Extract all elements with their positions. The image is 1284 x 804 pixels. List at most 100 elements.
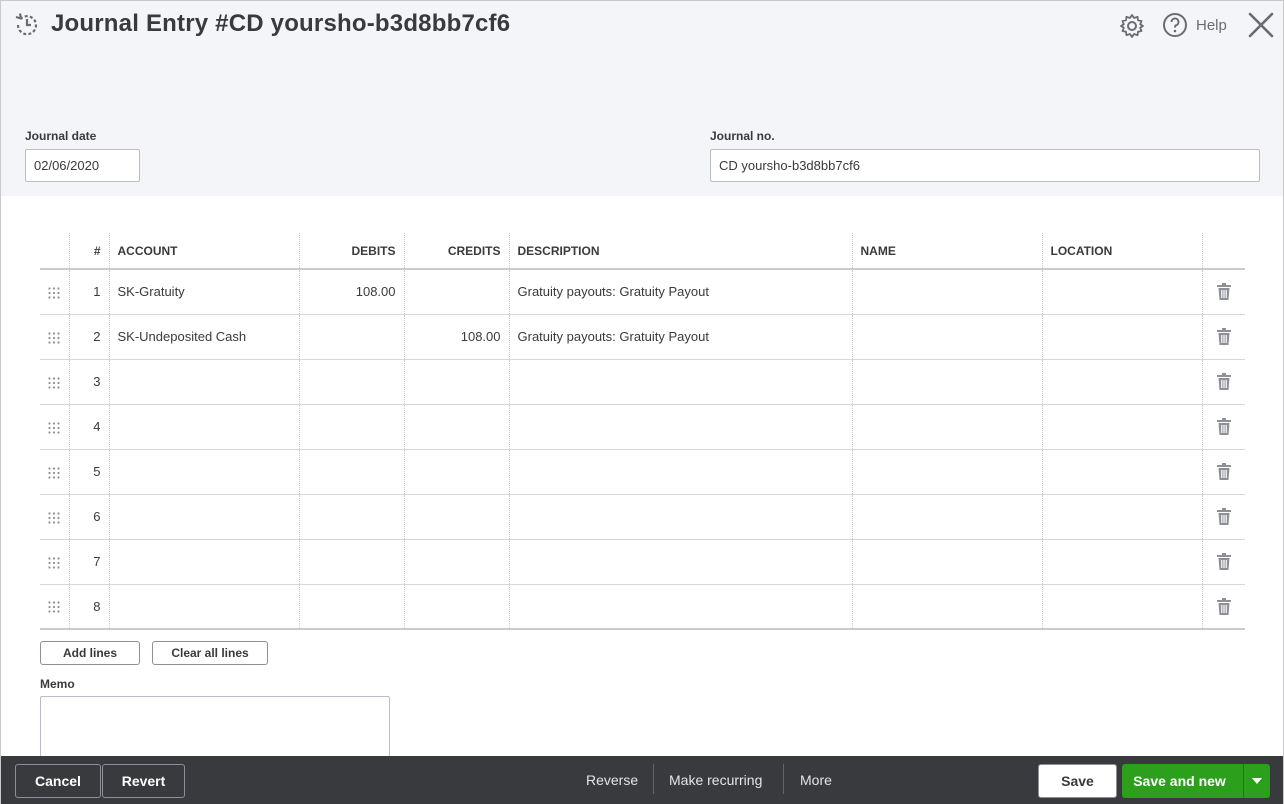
- name-cell[interactable]: [851, 539, 1042, 585]
- debits-cell[interactable]: [298, 404, 404, 450]
- drag-handle[interactable]: [40, 359, 69, 405]
- trash-icon[interactable]: [1216, 418, 1231, 436]
- description-cell[interactable]: Gratuity payouts: Gratuity Payout: [508, 269, 852, 315]
- trash-icon[interactable]: [1216, 553, 1231, 571]
- recent-transactions-icon[interactable]: [13, 11, 41, 39]
- location-cell[interactable]: [1041, 269, 1202, 315]
- credits-cell[interactable]: [403, 359, 509, 405]
- close-icon[interactable]: [1247, 11, 1275, 39]
- journal-date-input[interactable]: [25, 149, 140, 182]
- account-cell[interactable]: [108, 584, 299, 630]
- drag-handle-icon[interactable]: [48, 466, 60, 479]
- table-row[interactable]: 2 SK-Undeposited Cash 108.00 Gratuity payou…: [40, 314, 1245, 360]
- location-cell[interactable]: [1041, 314, 1202, 360]
- table-row[interactable]: 6: [40, 494, 1245, 540]
- description-cell[interactable]: [508, 539, 852, 585]
- credits-cell[interactable]: [403, 449, 509, 495]
- cancel-button[interactable]: Cancel: [15, 764, 101, 798]
- delete-line-button[interactable]: [1201, 449, 1245, 495]
- debits-cell[interactable]: [298, 539, 404, 585]
- debits-cell[interactable]: [298, 314, 404, 360]
- description-cell[interactable]: [508, 359, 852, 405]
- account-cell[interactable]: [108, 359, 299, 405]
- delete-line-button[interactable]: [1201, 314, 1245, 360]
- trash-icon[interactable]: [1216, 597, 1231, 615]
- credits-cell[interactable]: [403, 404, 509, 450]
- table-row[interactable]: 4: [40, 404, 1245, 450]
- delete-line-button[interactable]: [1201, 269, 1245, 315]
- drag-handle-icon[interactable]: [48, 556, 60, 569]
- delete-line-button[interactable]: [1201, 494, 1245, 540]
- trash-icon[interactable]: [1216, 508, 1231, 526]
- location-cell[interactable]: [1041, 539, 1202, 585]
- account-cell[interactable]: SK-Gratuity: [108, 269, 299, 315]
- account-cell[interactable]: [108, 494, 299, 540]
- trash-icon[interactable]: [1216, 328, 1231, 346]
- account-cell[interactable]: SK-Undeposited Cash: [108, 314, 299, 360]
- name-cell[interactable]: [851, 494, 1042, 540]
- trash-icon[interactable]: [1216, 283, 1231, 301]
- description-cell[interactable]: [508, 404, 852, 450]
- gear-icon[interactable]: [1119, 13, 1145, 39]
- drag-handle[interactable]: [40, 494, 69, 540]
- name-cell[interactable]: [851, 359, 1042, 405]
- description-cell[interactable]: [508, 584, 852, 630]
- account-cell[interactable]: [108, 449, 299, 495]
- reverse-link[interactable]: Reverse: [586, 764, 638, 796]
- drag-handle-icon[interactable]: [48, 376, 60, 389]
- name-cell[interactable]: [851, 269, 1042, 315]
- debits-cell[interactable]: [298, 584, 404, 630]
- table-row[interactable]: 7: [40, 539, 1245, 585]
- debits-cell[interactable]: [298, 494, 404, 540]
- name-cell[interactable]: [851, 404, 1042, 450]
- delete-line-button[interactable]: [1201, 404, 1245, 450]
- table-row[interactable]: 8: [40, 584, 1245, 630]
- delete-line-button[interactable]: [1201, 359, 1245, 405]
- delete-line-button[interactable]: [1201, 584, 1245, 630]
- table-row[interactable]: 5: [40, 449, 1245, 495]
- location-cell[interactable]: [1041, 359, 1202, 405]
- credits-cell[interactable]: [403, 269, 509, 315]
- debits-cell[interactable]: [298, 359, 404, 405]
- journal-no-input[interactable]: [710, 149, 1260, 182]
- debits-cell[interactable]: 108.00: [298, 269, 404, 315]
- name-cell[interactable]: [851, 584, 1042, 630]
- location-cell[interactable]: [1041, 449, 1202, 495]
- credits-cell[interactable]: 108.00: [403, 314, 509, 360]
- make-recurring-link[interactable]: Make recurring: [669, 764, 762, 796]
- credits-cell[interactable]: [403, 494, 509, 540]
- description-cell[interactable]: [508, 449, 852, 495]
- location-cell[interactable]: [1041, 404, 1202, 450]
- name-cell[interactable]: [851, 314, 1042, 360]
- drag-handle-icon[interactable]: [48, 421, 60, 434]
- credits-cell[interactable]: [403, 584, 509, 630]
- drag-handle[interactable]: [40, 314, 69, 360]
- save-options-dropdown[interactable]: [1244, 764, 1270, 798]
- table-row[interactable]: 1 SK-Gratuity 108.00 Gratuity payouts: Grat…: [40, 269, 1245, 315]
- debits-cell[interactable]: [298, 449, 404, 495]
- account-cell[interactable]: [108, 539, 299, 585]
- revert-button[interactable]: Revert: [102, 764, 185, 798]
- account-cell[interactable]: [108, 404, 299, 450]
- drag-handle[interactable]: [40, 539, 69, 585]
- help-button[interactable]: Help: [1162, 12, 1227, 38]
- add-lines-button[interactable]: Add lines: [40, 641, 140, 665]
- location-cell[interactable]: [1041, 584, 1202, 630]
- save-button[interactable]: Save: [1038, 764, 1117, 798]
- location-cell[interactable]: [1041, 494, 1202, 540]
- drag-handle[interactable]: [40, 449, 69, 495]
- drag-handle[interactable]: [40, 584, 69, 630]
- drag-handle[interactable]: [40, 269, 69, 315]
- drag-handle[interactable]: [40, 404, 69, 450]
- trash-icon[interactable]: [1216, 373, 1231, 391]
- description-cell[interactable]: Gratuity payouts: Gratuity Payout: [508, 314, 852, 360]
- delete-line-button[interactable]: [1201, 539, 1245, 585]
- drag-handle-icon[interactable]: [48, 601, 60, 613]
- more-link[interactable]: More: [800, 764, 832, 796]
- description-cell[interactable]: [508, 494, 852, 540]
- trash-icon[interactable]: [1216, 463, 1231, 481]
- drag-handle-icon[interactable]: [48, 331, 60, 344]
- drag-handle-icon[interactable]: [48, 287, 60, 299]
- clear-all-lines-button[interactable]: Clear all lines: [152, 641, 268, 665]
- table-row[interactable]: 3: [40, 359, 1245, 405]
